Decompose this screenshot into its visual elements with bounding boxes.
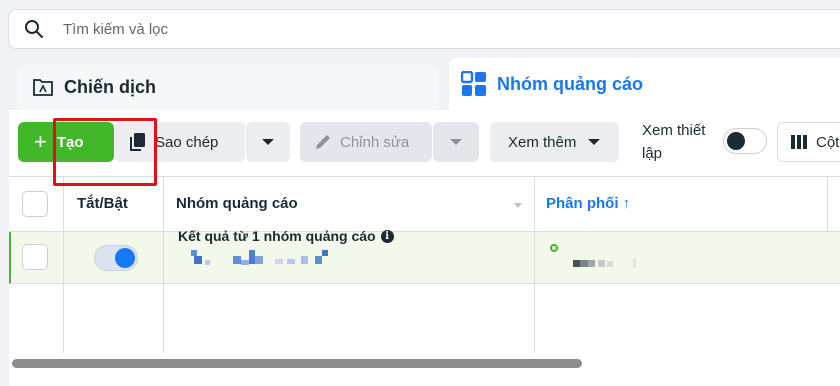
chevron-down-icon (450, 139, 462, 145)
chevron-down-icon (588, 139, 601, 145)
tab-adsets[interactable]: Nhóm quảng cáo (449, 58, 840, 110)
tab-campaigns[interactable]: Chiến dịch (18, 64, 438, 110)
delivery-status-dot-icon (550, 244, 558, 252)
columns-button[interactable]: Cột (777, 122, 840, 162)
column-divider[interactable] (827, 177, 828, 232)
select-all-checkbox[interactable] (22, 191, 48, 217)
header-toggle[interactable]: Tắt/Bật (77, 195, 128, 212)
column-divider (63, 177, 64, 353)
adset-on-off-toggle[interactable] (94, 245, 138, 271)
search-input[interactable]: Tìm kiếm và lọc (8, 9, 840, 49)
chevron-down-icon (262, 139, 274, 145)
columns-label: Cột (816, 133, 840, 151)
search-icon (23, 18, 45, 40)
view-setup-label: Xem thiết lập (642, 122, 706, 162)
plus-icon: + (34, 129, 47, 154)
delivery-status-redacted (573, 255, 643, 273)
campaign-folder-icon (32, 77, 54, 97)
header-delivery[interactable]: Phân phối ↑ (546, 195, 630, 212)
edit-button[interactable]: Chỉnh sửa (300, 122, 432, 162)
column-divider[interactable] (534, 177, 535, 353)
pencil-icon (314, 133, 332, 151)
copy-dropdown-button[interactable] (246, 122, 290, 162)
header-adset-name[interactable]: Nhóm quảng cáo (176, 195, 298, 212)
column-divider (163, 177, 164, 353)
toggle-knob (115, 248, 135, 268)
toggle-highlight-annotation (53, 118, 157, 186)
view-setup-toggle[interactable] (723, 128, 767, 154)
table-row[interactable] (9, 232, 840, 284)
summary-text: Kết quả từ 1 nhóm quảng cáo (178, 228, 376, 244)
more-button[interactable]: Xem thêm (490, 122, 619, 162)
copy-label: Sao chép (155, 133, 219, 151)
tab-adsets-label: Nhóm quảng cáo (497, 73, 644, 94)
search-placeholder: Tìm kiếm và lọc (63, 20, 169, 38)
sort-caret-icon[interactable] (514, 203, 522, 208)
adset-name-redacted[interactable] (191, 250, 336, 273)
edit-dropdown-button[interactable] (433, 122, 479, 162)
tab-campaigns-label: Chiến dịch (64, 76, 157, 97)
adset-grid-icon (461, 71, 487, 97)
columns-icon (790, 134, 808, 150)
edit-label: Chỉnh sửa (340, 133, 410, 151)
row-checkbox[interactable] (22, 244, 48, 270)
horizontal-scrollbar[interactable] (12, 359, 582, 368)
more-label: Xem thêm (508, 133, 577, 151)
results-summary: Kết quả từ 1 nhóm quảng cáo i (178, 228, 394, 244)
adsets-table: Tắt/Bật Nhóm quảng cáo Phân phối ↑ (9, 176, 840, 386)
info-icon[interactable]: i (380, 229, 394, 243)
toggle-knob (727, 132, 745, 150)
